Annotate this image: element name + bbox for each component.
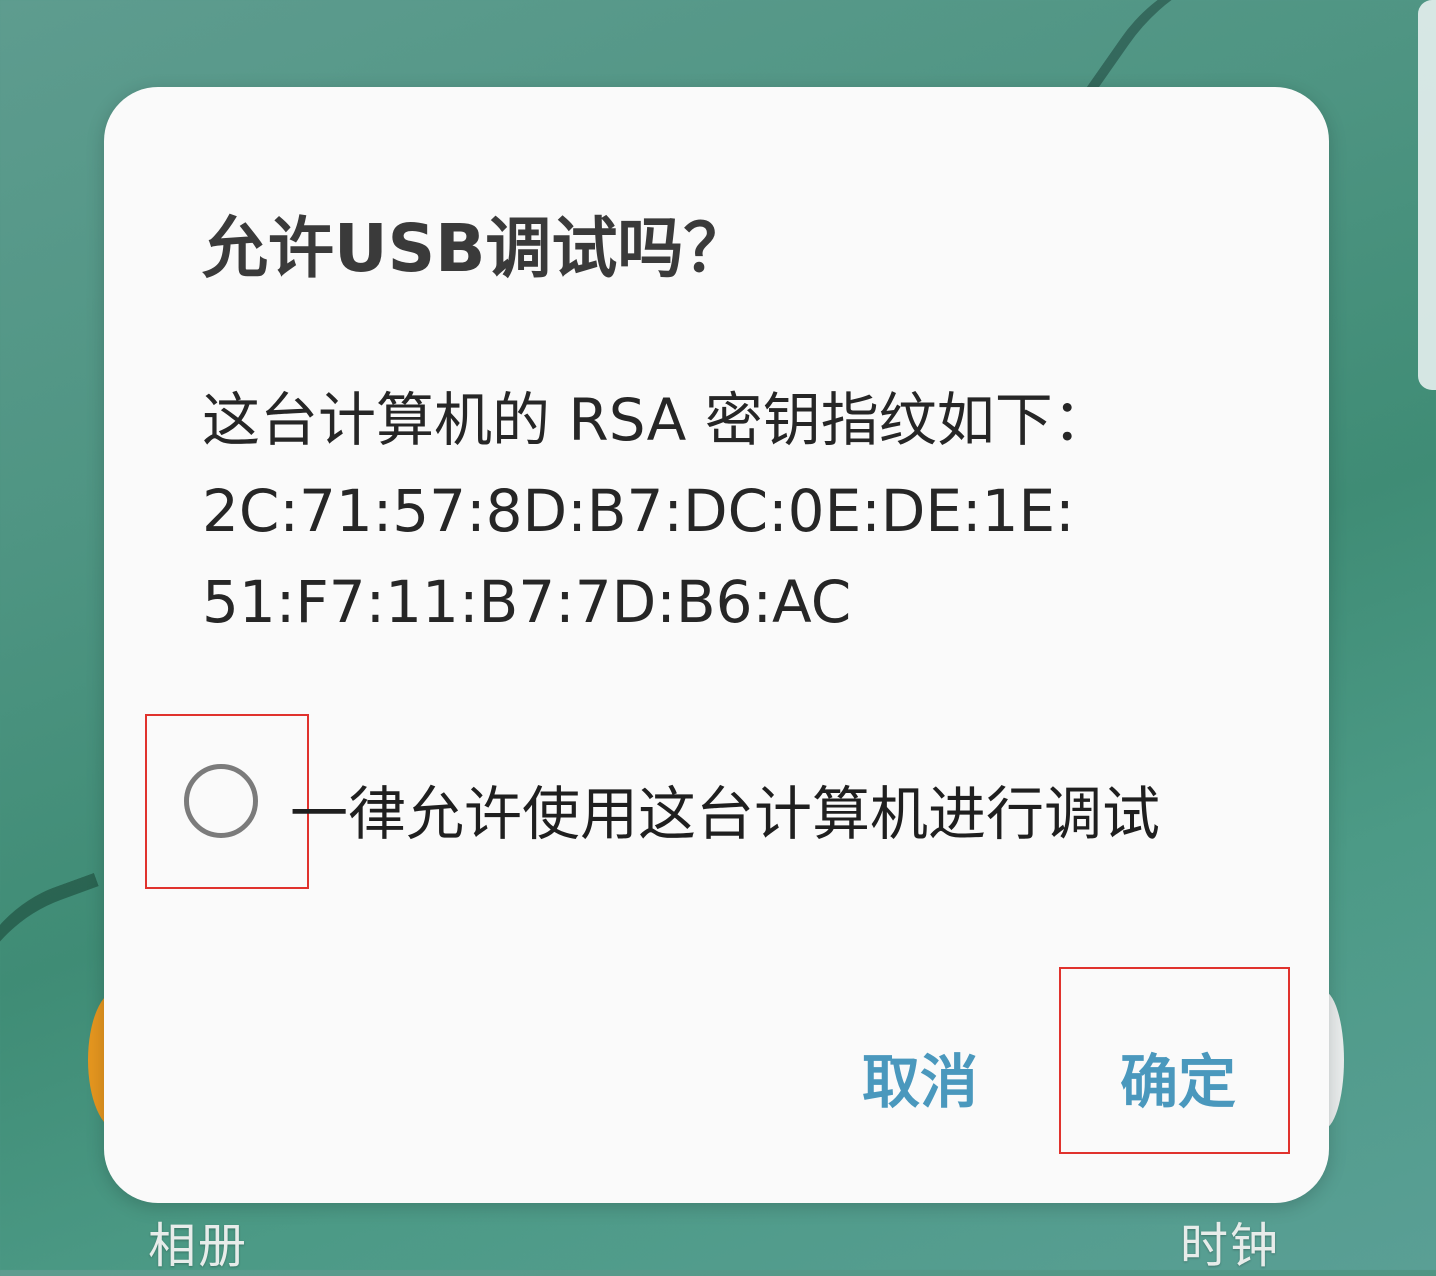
dialog-message: 这台计算机的 RSA 密钥指纹如下： 2C:71:57:8D:B7:DC:0E:… [202, 375, 1232, 648]
clock-app-label[interactable]: 时钟 [1180, 1206, 1280, 1276]
edge-panel-handle[interactable] [1418, 0, 1436, 390]
fingerprint-line-1: 2C:71:57:8D:B7:DC:0E:DE:1E: [202, 477, 1075, 545]
ok-button[interactable]: 确定 [1120, 1035, 1236, 1119]
cancel-button[interactable]: 取消 [862, 1035, 978, 1119]
dialog-title: 允许USB调试吗？ [202, 210, 750, 287]
gallery-app-label[interactable]: 相册 [148, 1206, 248, 1276]
radio-circle-icon[interactable] [184, 764, 258, 838]
message-text: 这台计算机的 RSA 密钥指纹如下： [202, 386, 1111, 454]
always-allow-label[interactable]: 一律允许使用这台计算机进行调试 [290, 767, 1160, 851]
usb-debug-dialog: 允许USB调试吗？ 这台计算机的 RSA 密钥指纹如下： 2C:71:57:8D… [104, 87, 1329, 1203]
fingerprint-line-2: 51:F7:11:B7:7D:B6:AC [202, 568, 852, 636]
